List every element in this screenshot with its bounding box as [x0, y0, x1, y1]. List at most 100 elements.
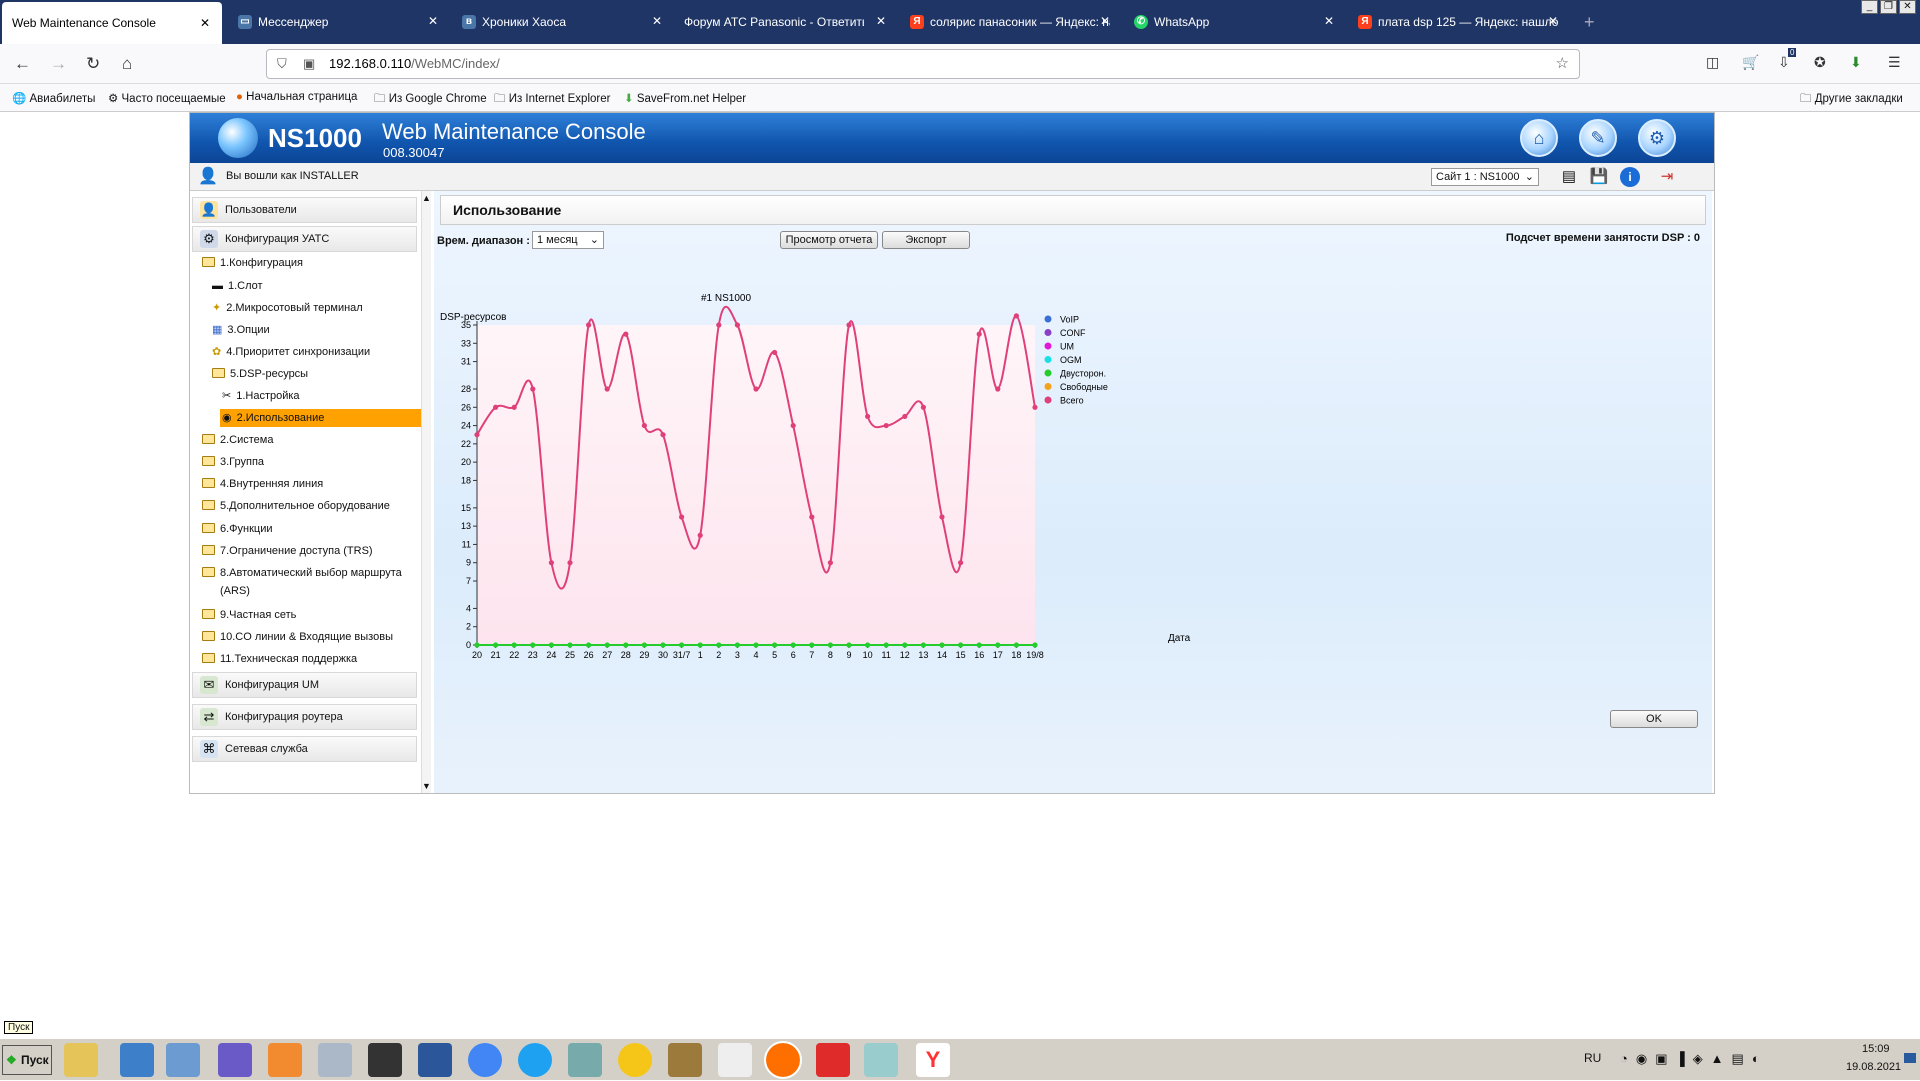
tab-yandex-search[interactable]: Я солярис панасоник — Яндекс: на ✕: [900, 0, 1122, 44]
tab-whatsapp[interactable]: ✆ WhatsApp ✕: [1124, 0, 1346, 44]
tree-folder-ars[interactable]: 8.Автоматический выбор маршрута: [202, 566, 402, 580]
language-indicator[interactable]: RU: [1584, 1051, 1601, 1065]
x-tick-label: 7: [809, 650, 814, 660]
network-icon[interactable]: [166, 1043, 200, 1077]
tree-folder-dsp[interactable]: 5.DSP-ресурсы: [212, 367, 308, 381]
tree-label-ars-cont[interactable]: (ARS): [220, 584, 250, 598]
star-icon[interactable]: ☆: [1556, 50, 1569, 78]
minimize-icon[interactable]: _: [1861, 0, 1878, 14]
report-icon[interactable]: ▤: [1558, 167, 1580, 187]
info-icon[interactable]: i: [1620, 167, 1640, 187]
show-desktop-icon[interactable]: [1904, 1053, 1916, 1063]
settings-icon[interactable]: ⚙: [1638, 119, 1676, 157]
tree-folder-co-lines[interactable]: 10.CO линии & Входящие вызовы: [202, 630, 393, 644]
section-users[interactable]: 👤 Пользователи: [192, 197, 417, 223]
close-icon[interactable]: ✕: [1548, 14, 1558, 28]
restore-icon[interactable]: ❐: [1880, 0, 1897, 14]
tree-folder-system[interactable]: 2.Система: [202, 433, 273, 447]
tab-vk[interactable]: в Хроники Хаоса ✕: [452, 0, 674, 44]
media-icon[interactable]: [368, 1043, 402, 1077]
scroll-down-icon[interactable]: ▼: [422, 781, 431, 791]
ie-icon[interactable]: [518, 1043, 552, 1077]
tree-folder-extension[interactable]: 4.Внутренняя линия: [202, 477, 323, 491]
section-router-config[interactable]: ⇄ Конфигурация роутера: [192, 704, 417, 730]
address-bar[interactable]: ⛉ ▣ 192.168.0.110/WebMC/index/ ☆: [266, 49, 1580, 79]
tree-folder-trs[interactable]: 7.Ограничение доступа (TRS): [202, 544, 373, 558]
tree-folder-config[interactable]: 1.Конфигурация: [202, 256, 303, 270]
section-pbx-config[interactable]: ⚙ Конфигурация УАТС: [192, 226, 417, 252]
app-icon[interactable]: [218, 1043, 252, 1077]
chrome-icon[interactable]: [468, 1043, 502, 1077]
data-point: [474, 642, 480, 648]
firefox-icon[interactable]: [764, 1041, 802, 1079]
forward-icon[interactable]: →: [50, 54, 67, 74]
logout-icon[interactable]: ⇥: [1656, 167, 1678, 187]
data-point: [772, 642, 778, 648]
tab-messenger[interactable]: ▭ Мессенджер ✕: [228, 0, 450, 44]
close-icon[interactable]: ✕: [876, 14, 886, 28]
tree-folder-maintenance[interactable]: 11.Техническая поддержка: [202, 652, 357, 666]
tree-item-microcell[interactable]: ✦ 2.Микросотовый терминал: [212, 301, 363, 315]
word-icon[interactable]: [418, 1043, 452, 1077]
close-icon[interactable]: ✕: [200, 16, 210, 30]
tree-folder-optional-device[interactable]: 5.Дополнительное оборудование: [202, 499, 390, 513]
tab-yandex-dsp[interactable]: Я плата dsp 125 — Яндекс: нашло ✕: [1348, 0, 1570, 44]
tray-icons[interactable]: ◔◉▣▐◈▲▤◐: [1620, 1051, 1768, 1067]
app-icon[interactable]: [120, 1043, 154, 1077]
home-icon[interactable]: ⌂: [1520, 119, 1558, 157]
close-icon[interactable]: ✕: [428, 14, 438, 28]
bookmark-item[interactable]: ● Начальная страница: [236, 91, 357, 103]
tree-item-options[interactable]: ▦ 3.Опции: [212, 323, 270, 337]
cart-icon[interactable]: 🛒: [1742, 54, 1759, 71]
calculator-icon[interactable]: [318, 1043, 352, 1077]
tree-folder-features[interactable]: 6.Функции: [202, 522, 273, 536]
anydesk-icon[interactable]: [816, 1043, 850, 1077]
bookmark-folder[interactable]: 🗀 Из Google Chrome: [374, 91, 487, 110]
tree-item-dsp-usage[interactable]: ◉ 2.Использование: [220, 409, 421, 427]
tree-folder-private-network[interactable]: 9.Частная сеть: [202, 608, 296, 622]
section-network-service[interactable]: ⌘ Сетевая служба: [192, 736, 417, 762]
app-icon[interactable]: [568, 1043, 602, 1077]
tree-item-dsp-setup[interactable]: ✂ 1.Настройка: [222, 389, 300, 403]
site-select[interactable]: Сайт 1 : NS1000 ⌄: [1431, 168, 1539, 186]
tab-web-maintenance-console[interactable]: Web Maintenance Console ✕: [2, 2, 222, 44]
downloads-icon[interactable]: ⇩ 0: [1778, 48, 1797, 71]
extension-icon[interactable]: ✪: [1814, 54, 1826, 71]
menu-icon[interactable]: ☰: [1888, 54, 1901, 71]
pocket-icon[interactable]: ◫: [1706, 54, 1719, 71]
start-button[interactable]: ❖ Пуск: [2, 1045, 52, 1075]
bookmark-item[interactable]: 🌐 Авиабилеты: [12, 91, 95, 105]
tools-icon[interactable]: ✎: [1579, 119, 1617, 157]
bookmark-item[interactable]: ⚙ Часто посещаемые: [108, 91, 226, 105]
tree-item-sync-priority[interactable]: ✿ 4.Приоритет синхронизации: [212, 345, 370, 359]
app-icon[interactable]: [668, 1043, 702, 1077]
ca-icon[interactable]: [268, 1043, 302, 1077]
shield-icon[interactable]: ⛉: [277, 50, 287, 78]
close-window-icon[interactable]: ✕: [1899, 0, 1916, 14]
yandex-browser-icon[interactable]: Y: [916, 1043, 950, 1077]
data-point: [660, 642, 666, 648]
savefrom-icon[interactable]: ⬇: [1850, 54, 1862, 71]
section-um-config[interactable]: ✉ Конфигурация UM: [192, 672, 417, 698]
tree-folder-group[interactable]: 3.Группа: [202, 455, 264, 469]
tab-forum[interactable]: Форум АТС Panasonic - Ответить ✕: [676, 0, 898, 44]
home-icon[interactable]: ⌂: [122, 54, 132, 74]
close-icon[interactable]: ✕: [1100, 14, 1110, 28]
app-icon[interactable]: [864, 1043, 898, 1077]
back-icon[interactable]: ←: [14, 54, 31, 74]
page-info-icon[interactable]: ▣: [303, 50, 315, 78]
new-tab-button[interactable]: +: [1584, 12, 1595, 33]
reload-icon[interactable]: ↻: [86, 54, 100, 74]
explorer-icon[interactable]: [64, 1043, 98, 1077]
app-icon[interactable]: [618, 1043, 652, 1077]
bookmark-folder[interactable]: 🗀 Другие закладки: [1800, 91, 1903, 110]
solitaire-icon[interactable]: [718, 1043, 752, 1077]
close-icon[interactable]: ✕: [1324, 14, 1334, 28]
save-icon[interactable]: 💾: [1588, 167, 1610, 187]
close-icon[interactable]: ✕: [652, 14, 662, 28]
sidebar-scrollbar[interactable]: ▲ ▼: [421, 191, 431, 793]
bookmark-item[interactable]: ⬇ SaveFrom.net Helper: [624, 91, 746, 105]
tree-item-slot[interactable]: ▬ 1.Слот: [212, 279, 263, 293]
scroll-up-icon[interactable]: ▲: [422, 193, 431, 203]
bookmark-folder[interactable]: 🗀 Из Internet Explorer: [494, 91, 610, 110]
